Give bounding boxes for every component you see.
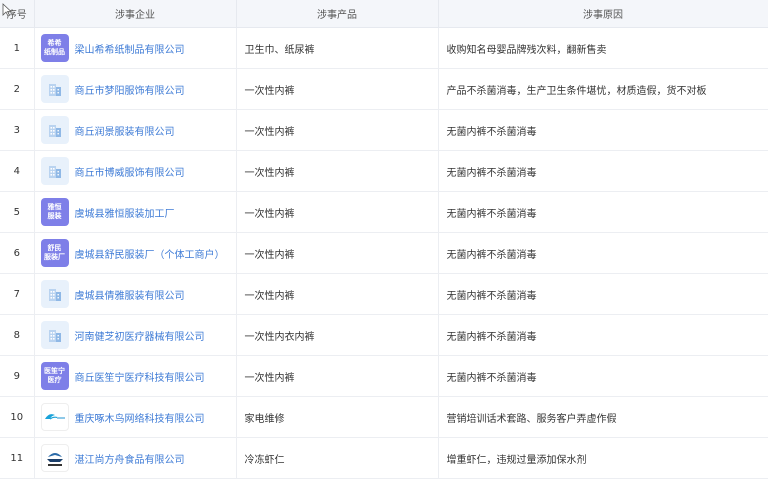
enterprise-link[interactable]: 商丘市梦阳服饰有限公司 xyxy=(75,82,185,97)
enterprise-link[interactable]: 商丘润景服装有限公司 xyxy=(75,123,175,138)
enterprise-link[interactable]: 虞城县倩雅服装有限公司 xyxy=(75,287,185,302)
reason-cell: 无菌内裤不杀菌消毒 xyxy=(438,191,768,233)
table-row: 1 希希 纸制品 梁山希希纸制品有限公司 卫生巾、纸尿裤 收购知名母婴品牌残次料，翻新售卖 xyxy=(0,27,768,69)
risk-table: 序号 涉事企业 涉事产品 涉事原因 1 希希 纸制品 梁山希希纸制品有限公司 卫生巾、纸… xyxy=(0,0,768,479)
product-cell: 一次性内裤 xyxy=(236,232,439,274)
product-cell: 一次性内衣内裤 xyxy=(236,314,439,356)
building-icon[interactable] xyxy=(40,321,69,349)
enterprise-cell: 河南健芝初医疗器械有限公司 xyxy=(34,314,237,356)
reason-cell: 产品不杀菌消毒，生产卫生条件堪忧，材质造假，货不对板 xyxy=(438,68,768,110)
row-index: 9 xyxy=(0,355,35,397)
table-row: 3 商丘润景服装有限公司 一次性内裤 无菌内裤不杀菌消毒 xyxy=(0,109,768,151)
reason-cell: 无菌内裤不杀菌消毒 xyxy=(438,273,768,315)
product-cell: 一次性内裤 xyxy=(236,150,439,192)
enterprise-cell: 舒民 服装厂 虞城县舒民服装厂（个体工商户） xyxy=(34,232,237,274)
reason-cell: 增重虾仁，违规过量添加保水剂 xyxy=(438,437,768,479)
table-row: 4 商丘市博威服饰有限公司 一次性内裤 无菌内裤不杀菌消毒 xyxy=(0,150,768,192)
reason-cell: 营销培训话术套路、服务客户弄虚作假 xyxy=(438,396,768,438)
building-icon[interactable] xyxy=(40,157,69,185)
company-logo-text[interactable]: 舒民 服装厂 xyxy=(40,239,69,267)
enterprise-link[interactable]: 梁山希希纸制品有限公司 xyxy=(75,41,185,56)
enterprise-link[interactable]: 商丘市博威服饰有限公司 xyxy=(75,164,185,179)
row-index: 7 xyxy=(0,273,35,315)
row-index: 10 xyxy=(0,396,35,438)
building-icon[interactable] xyxy=(40,116,69,144)
woodpecker-logo-icon[interactable] xyxy=(40,403,69,431)
row-index: 8 xyxy=(0,314,35,356)
table-row: 9 医笙宁 医疗 商丘医笙宁医疗科技有限公司 一次性内裤 无菌内裤不杀菌消毒 xyxy=(0,355,768,397)
reason-cell: 无菌内裤不杀菌消毒 xyxy=(438,150,768,192)
company-logo-text[interactable]: 雅恒 服装 xyxy=(40,198,69,226)
company-logo-text[interactable]: 医笙宁 医疗 xyxy=(40,362,69,390)
reason-cell: 收购知名母婴品牌残次料，翻新售卖 xyxy=(438,27,768,69)
table-row: 6 舒民 服装厂 虞城县舒民服装厂（个体工商户） 一次性内裤 无菌内裤不杀菌消毒 xyxy=(0,232,768,274)
enterprise-link[interactable]: 湛江尚方舟食品有限公司 xyxy=(75,451,185,466)
boat-logo-icon[interactable] xyxy=(40,444,69,472)
header-reason: 涉事原因 xyxy=(438,0,768,28)
product-cell: 一次性内裤 xyxy=(236,273,439,315)
row-index: 4 xyxy=(0,150,35,192)
row-index: 6 xyxy=(0,232,35,274)
enterprise-link[interactable]: 虞城县雅恒服装加工厂 xyxy=(75,205,175,220)
product-cell: 一次性内裤 xyxy=(236,191,439,233)
header-product: 涉事产品 xyxy=(236,0,439,28)
row-index: 3 xyxy=(0,109,35,151)
product-cell: 卫生巾、纸尿裤 xyxy=(236,27,439,69)
enterprise-cell: 湛江尚方舟食品有限公司 xyxy=(34,437,237,479)
table-row: 10 重庆啄木鸟网络科技有限公司 家电维修 营销培训话术套路、服务客户弄虚作假 xyxy=(0,396,768,438)
table-row: 2 商丘市梦阳服饰有限公司 一次性内裤 产品不杀菌消毒，生产卫生条件堪忧，材质造假，货… xyxy=(0,68,768,110)
product-cell: 家电维修 xyxy=(236,396,439,438)
table-row: 7 虞城县倩雅服装有限公司 一次性内裤 无菌内裤不杀菌消毒 xyxy=(0,273,768,315)
enterprise-cell: 商丘市博威服饰有限公司 xyxy=(34,150,237,192)
building-icon[interactable] xyxy=(40,75,69,103)
table-row: 8 河南健芝初医疗器械有限公司 一次性内衣内裤 无菌内裤不杀菌消毒 xyxy=(0,314,768,356)
enterprise-cell: 雅恒 服装 虞城县雅恒服装加工厂 xyxy=(34,191,237,233)
row-index: 11 xyxy=(0,437,35,479)
mouse-cursor-icon xyxy=(2,3,12,17)
row-index: 1 xyxy=(0,27,35,69)
row-index: 2 xyxy=(0,68,35,110)
enterprise-link[interactable]: 商丘医笙宁医疗科技有限公司 xyxy=(75,369,205,384)
product-cell: 一次性内裤 xyxy=(236,355,439,397)
enterprise-cell: 虞城县倩雅服装有限公司 xyxy=(34,273,237,315)
enterprise-cell: 商丘润景服装有限公司 xyxy=(34,109,237,151)
reason-cell: 无菌内裤不杀菌消毒 xyxy=(438,109,768,151)
enterprise-link[interactable]: 重庆啄木鸟网络科技有限公司 xyxy=(75,410,205,425)
table-row: 5 雅恒 服装 虞城县雅恒服装加工厂 一次性内裤 无菌内裤不杀菌消毒 xyxy=(0,191,768,233)
company-logo-text[interactable]: 希希 纸制品 xyxy=(40,34,69,62)
enterprise-cell: 商丘市梦阳服饰有限公司 xyxy=(34,68,237,110)
enterprise-link[interactable]: 河南健芝初医疗器械有限公司 xyxy=(75,328,205,343)
reason-cell: 无菌内裤不杀菌消毒 xyxy=(438,232,768,274)
building-icon[interactable] xyxy=(40,280,69,308)
table-row: 11 湛江尚方舟食品有限公司 冷冻虾仁 增重虾仁，违规过量添加保水剂 xyxy=(0,437,768,479)
reason-cell: 无菌内裤不杀菌消毒 xyxy=(438,355,768,397)
product-cell: 一次性内裤 xyxy=(236,68,439,110)
row-index: 5 xyxy=(0,191,35,233)
product-cell: 一次性内裤 xyxy=(236,109,439,151)
header-enterprise: 涉事企业 xyxy=(34,0,237,28)
table-body: 1 希希 纸制品 梁山希希纸制品有限公司 卫生巾、纸尿裤 收购知名母婴品牌残次料，翻新售卖… xyxy=(0,27,768,479)
enterprise-cell: 重庆啄木鸟网络科技有限公司 xyxy=(34,396,237,438)
enterprise-cell: 医笙宁 医疗 商丘医笙宁医疗科技有限公司 xyxy=(34,355,237,397)
enterprise-link[interactable]: 虞城县舒民服装厂（个体工商户） xyxy=(75,246,225,261)
table-header: 序号 涉事企业 涉事产品 涉事原因 xyxy=(0,0,768,28)
enterprise-cell: 希希 纸制品 梁山希希纸制品有限公司 xyxy=(34,27,237,69)
product-cell: 冷冻虾仁 xyxy=(236,437,439,479)
reason-cell: 无菌内裤不杀菌消毒 xyxy=(438,314,768,356)
